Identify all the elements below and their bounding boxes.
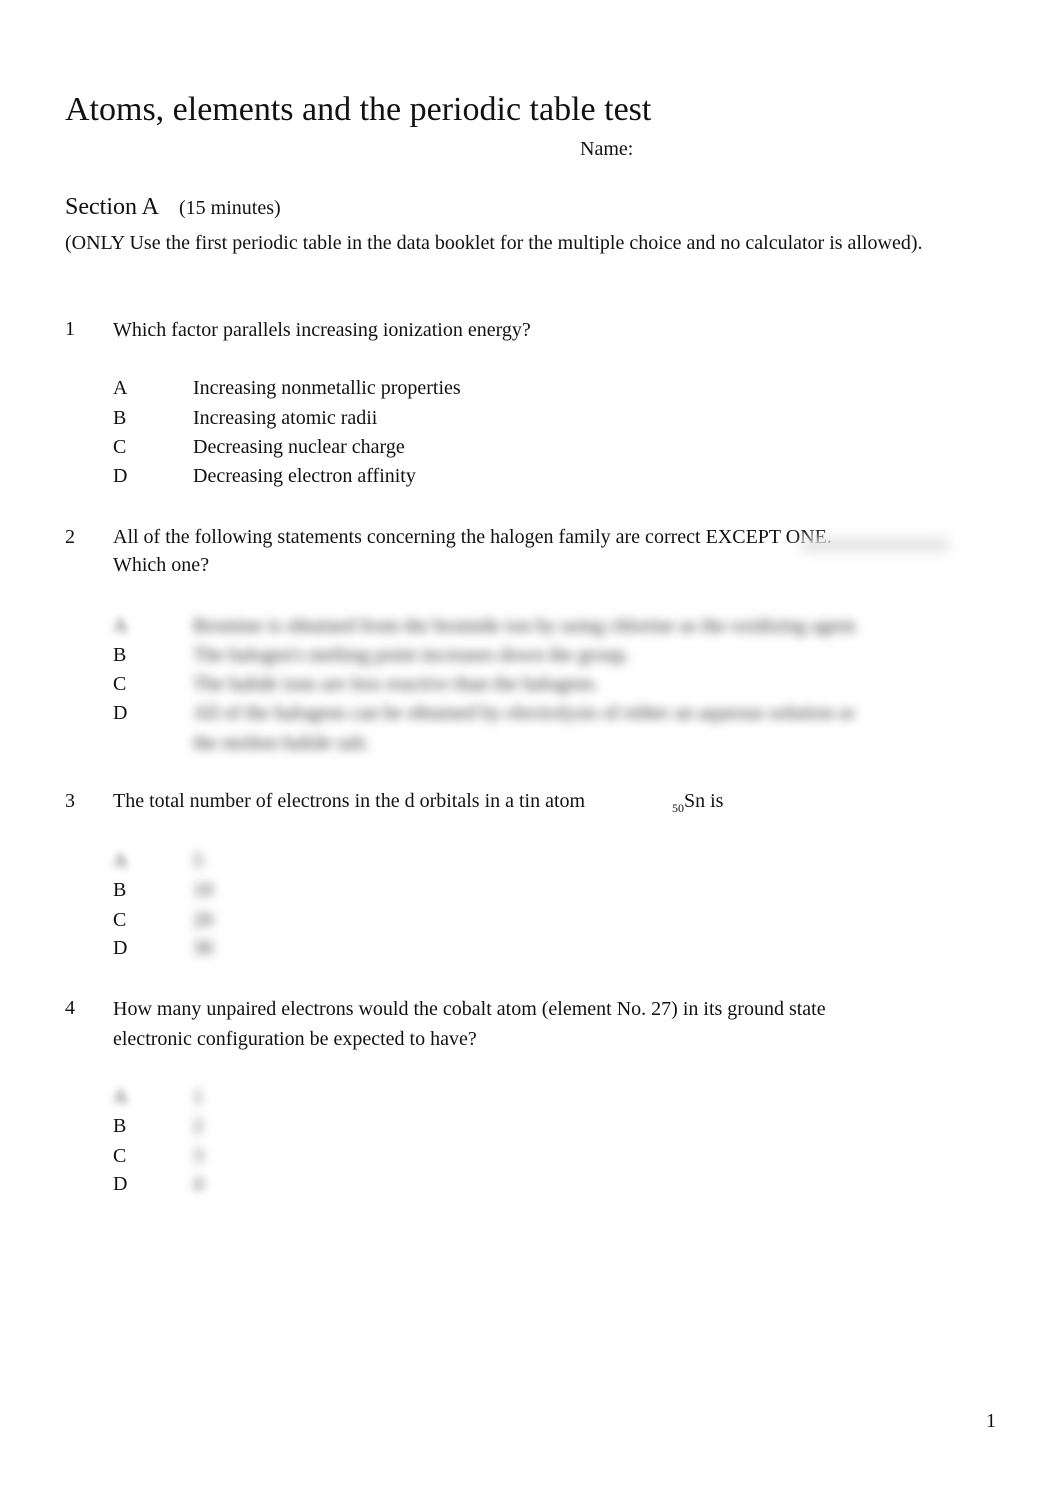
atomic-number-subscript: 50 [672, 801, 684, 815]
option-letter: B [113, 644, 127, 666]
question-text: The total number of electrons in the d o… [113, 790, 586, 812]
option-letter: A [113, 1086, 128, 1108]
section-label: Section A [65, 194, 159, 220]
option-letter: C [113, 909, 127, 931]
option-text-blurred: the molten halide salt. [193, 732, 370, 754]
section-duration: (15 minutes) [179, 197, 281, 219]
name-field-label: Name: [580, 138, 634, 160]
option-text-blurred: 3 [193, 1145, 203, 1167]
option-letter: D [113, 465, 128, 487]
option-text-blurred: Bromine is obtained from the bromide ion… [193, 615, 860, 637]
option-letter: B [113, 407, 127, 429]
question-number: 4 [65, 997, 75, 1019]
question-text-line-1: All of the following statements concerni… [113, 526, 832, 548]
element-notation: 50Sn is [672, 786, 723, 823]
option-text-blurred: 2 [193, 1115, 203, 1137]
question-text: Which factor parallels increasing ioniza… [113, 319, 531, 341]
option-text-blurred: The halide ions are less reactive than t… [193, 673, 599, 695]
page-number: 1 [986, 1410, 996, 1432]
option-letter: A [113, 615, 128, 637]
option-text-blurred: 5 [193, 850, 203, 872]
option-text: Decreasing electron affinity [193, 465, 416, 487]
option-text: Decreasing nuclear charge [193, 436, 405, 458]
option-letter: C [113, 673, 127, 695]
option-letter: D [113, 702, 128, 724]
option-text: Increasing atomic radii [193, 407, 378, 429]
option-letter: C [113, 436, 127, 458]
option-text-blurred: The halogen's melting point increases do… [193, 644, 630, 666]
option-text-blurred: 1 [193, 1086, 203, 1108]
option-letter: D [113, 1173, 128, 1195]
option-letter: C [113, 1145, 127, 1167]
option-letter: D [113, 937, 128, 959]
section-instructions: (ONLY Use the first periodic table in th… [65, 232, 923, 254]
section-heading: Section A (15 minutes) [65, 194, 281, 221]
option-text-blurred: 20 [193, 909, 213, 931]
option-letter: A [113, 850, 128, 872]
option-text-blurred: All of the halogens can be obtained by e… [193, 702, 856, 724]
question-number: 2 [65, 526, 75, 548]
question-number: 1 [65, 318, 75, 340]
question-text-line-2: Which one? [113, 554, 210, 576]
option-text: Increasing nonmetallic properties [193, 377, 461, 399]
question-text-line-1: How many unpaired electrons would the co… [113, 998, 826, 1020]
blur-smudge [800, 538, 950, 552]
option-letter: B [113, 1115, 127, 1137]
page-title: Atoms, elements and the periodic table t… [65, 91, 652, 128]
option-text-blurred: 10 [193, 879, 213, 901]
option-letter: B [113, 879, 127, 901]
question-text-line-2: electronic configuration be expected to … [113, 1028, 477, 1050]
option-letter: A [113, 377, 128, 399]
element-symbol: Sn is [684, 790, 724, 812]
question-number: 3 [65, 790, 75, 812]
option-text-blurred: 30 [193, 937, 213, 959]
option-text-blurred: 4 [193, 1173, 203, 1195]
